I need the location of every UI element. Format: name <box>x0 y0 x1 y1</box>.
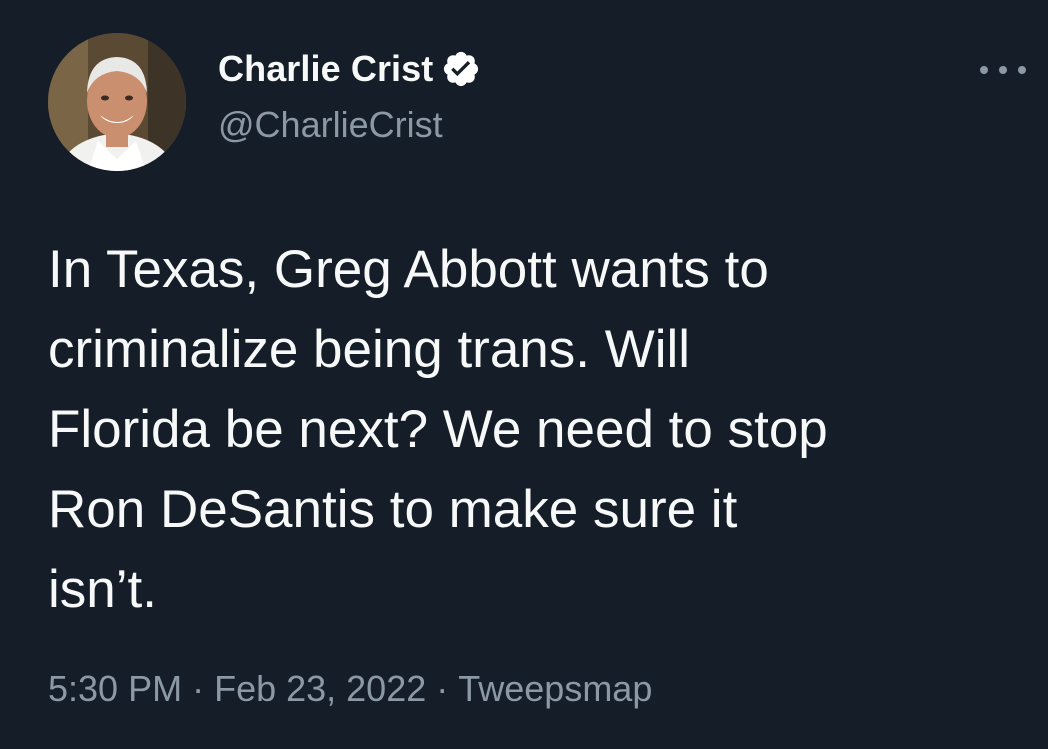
tweet-time[interactable]: 5:30 PM <box>48 668 182 710</box>
verified-badge-icon <box>441 49 481 89</box>
avatar-photo <box>48 33 186 171</box>
more-options-icon[interactable] <box>980 58 1026 82</box>
more-dot <box>980 66 988 74</box>
author-display-name[interactable]: Charlie Crist <box>218 48 433 90</box>
tweet-source[interactable]: Tweepsmap <box>458 668 652 710</box>
tweet-text: In Texas, Greg Abbott wants to criminali… <box>48 240 828 619</box>
tweet-metadata: 5:30 PM · Feb 23, 2022 · Tweepsmap <box>48 668 652 710</box>
author-handle[interactable]: @CharlieCrist <box>218 104 443 146</box>
author-name-row: Charlie Crist <box>218 46 481 92</box>
meta-separator: · <box>436 668 449 709</box>
meta-separator: · <box>192 668 205 709</box>
tweet-card: Charlie Crist @CharlieCrist In Texas, Gr… <box>0 0 1048 749</box>
author-avatar[interactable] <box>48 33 186 171</box>
tweet-date[interactable]: Feb 23, 2022 <box>214 668 426 710</box>
more-dot <box>1018 66 1026 74</box>
more-dot <box>999 66 1007 74</box>
